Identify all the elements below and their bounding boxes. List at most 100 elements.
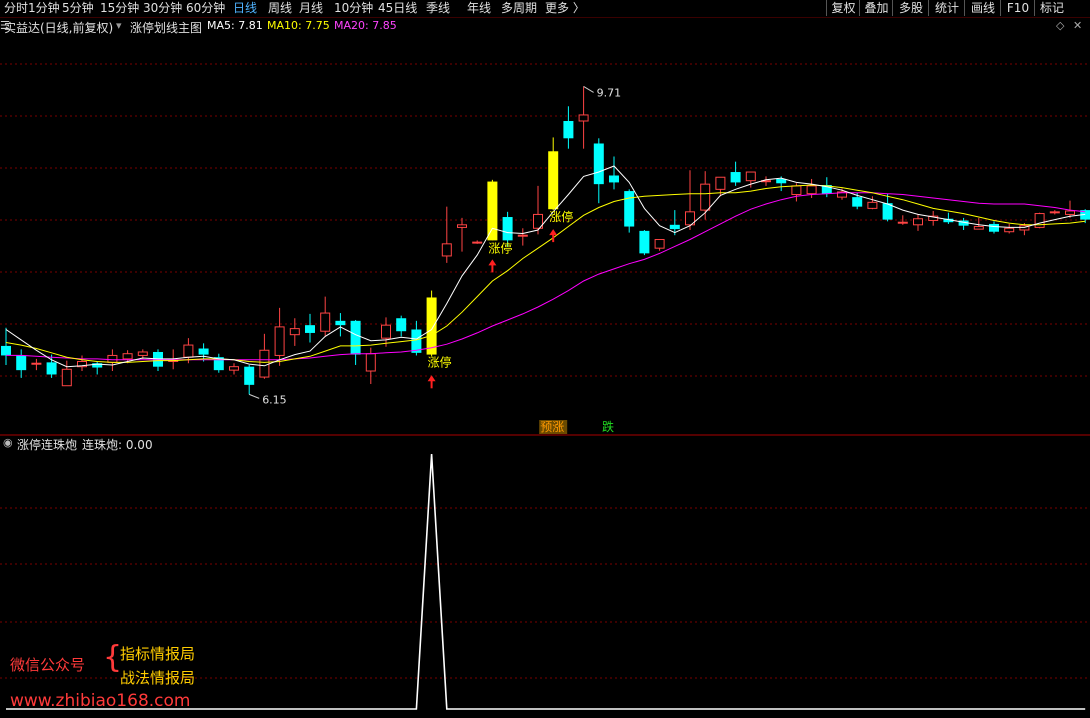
ma20-readout: MA20: 7.85	[334, 19, 397, 32]
tab-10[interactable]: 45日线	[378, 0, 417, 16]
toolbar-button-4[interactable]: 画线	[964, 0, 1001, 16]
candle-body	[335, 320, 346, 326]
tab-5[interactable]: 60分钟	[186, 0, 225, 16]
candle-body	[1049, 211, 1060, 214]
ma5-readout: MA5: 7.81	[207, 19, 263, 32]
candle-body	[1065, 210, 1075, 215]
candle-body	[806, 185, 817, 195]
low-marker-line	[249, 393, 260, 399]
toolbar-button-5[interactable]: F10	[1000, 0, 1035, 16]
tab-1[interactable]: 1分钟	[28, 0, 60, 16]
candle-body	[198, 348, 209, 355]
watermark-line1: 指标情报局	[120, 645, 196, 663]
up-arrow-head	[427, 375, 436, 382]
ma20-line	[6, 192, 1086, 361]
formula-label[interactable]: 涨停划线主图	[130, 19, 202, 36]
up-arrow-head	[549, 229, 558, 236]
toolbar-button-3[interactable]: 统计	[928, 0, 965, 16]
candle-body	[16, 355, 27, 371]
tab-6[interactable]: 日线	[233, 0, 257, 16]
candle-body	[593, 143, 604, 185]
candle-body	[1004, 227, 1015, 233]
candle-body	[381, 324, 391, 339]
candle-body	[913, 218, 923, 226]
diamond-icon[interactable]: ◇	[1056, 19, 1064, 32]
toolbar-button-1[interactable]: 叠加	[859, 0, 893, 16]
tab-8[interactable]: 月线	[299, 0, 323, 16]
indicator-menu-icon[interactable]: ◉	[3, 436, 13, 449]
up-arrow-head	[488, 259, 497, 266]
ma10-readout: MA10: 7.75	[267, 19, 330, 32]
candle-body	[852, 197, 863, 207]
low-price-label: 6.15	[262, 393, 287, 406]
candle-body	[517, 234, 528, 237]
candle-body	[700, 183, 711, 211]
candle-body	[745, 171, 756, 182]
watermark-wechat: 微信公众号	[10, 656, 86, 674]
stock-label: 实益达(日线,前复权)	[4, 21, 114, 35]
indicator-header: ◉ 涨停连珠炮 连珠炮: 0.00	[0, 436, 1090, 452]
candle-body	[457, 224, 467, 228]
watermark-line2: 战法情报局	[120, 669, 196, 687]
candle-body	[1034, 213, 1045, 228]
candle-body	[396, 318, 407, 332]
candle-body	[867, 201, 878, 209]
candle-body	[244, 366, 255, 385]
indicator-name[interactable]: 涨停连珠炮	[17, 436, 77, 453]
candle-body	[639, 230, 650, 254]
indicator-value: 连珠炮: 0.00	[82, 438, 153, 452]
signal-up-label: 预涨	[540, 419, 564, 434]
tab-4[interactable]: 30分钟	[143, 0, 182, 16]
period-toolbar: 分时 1分钟 5分钟 15分钟 30分钟 60分钟 日线 周线 月线 10分钟 45日线 季线 年线 多周…	[0, 0, 1090, 18]
tab-7[interactable]: 周线	[268, 0, 292, 16]
tab-13[interactable]: 多周期	[501, 0, 537, 16]
candle-body	[502, 217, 513, 241]
candle-body	[730, 172, 741, 183]
candle-body	[715, 176, 726, 190]
candle-body	[654, 239, 665, 249]
candle-body	[365, 353, 376, 372]
limit-up-label: 涨停	[549, 209, 573, 224]
watermark-url: www.zhibiao168.com	[10, 691, 191, 711]
candle-body	[989, 223, 999, 232]
high-price-label: 9.71	[597, 86, 622, 99]
candle-body	[350, 320, 361, 355]
tab-3[interactable]: 15分钟	[100, 0, 139, 16]
candle-body	[578, 114, 589, 122]
tab-0[interactable]: 分时	[4, 0, 28, 16]
candle-body	[791, 185, 802, 196]
candle-body	[183, 344, 194, 358]
formula-dropdown-icon[interactable]: ▾	[116, 19, 122, 32]
candle-body	[548, 151, 559, 210]
ma10-line	[5, 184, 1086, 363]
candle-body	[472, 241, 483, 244]
close-icon[interactable]: ✕	[1073, 19, 1082, 32]
candle-body	[973, 226, 984, 230]
candle-body	[669, 224, 680, 230]
candle-body	[107, 354, 118, 363]
tab-14[interactable]: 更多 〉	[545, 0, 585, 16]
candle-body	[46, 362, 57, 375]
candle-body	[31, 362, 42, 365]
candle-body	[305, 325, 315, 333]
candle-body	[61, 368, 72, 387]
tab-12[interactable]: 年线	[467, 0, 491, 16]
candle-body	[487, 181, 498, 241]
ma5-line	[5, 165, 1086, 368]
candle-body	[441, 243, 452, 257]
candle-body	[563, 120, 574, 139]
candle-body	[897, 221, 908, 224]
candlestick-chart[interactable]: 涨停涨停涨停9.716.15预涨跌	[0, 36, 1090, 436]
toolbar-button-2[interactable]: 多股	[892, 0, 929, 16]
high-marker-line	[583, 85, 594, 93]
toolbar-button-0[interactable]: 复权	[826, 0, 860, 16]
toolbar-button-6[interactable]: 标记	[1034, 0, 1069, 16]
tab-9[interactable]: 10分钟	[334, 0, 373, 16]
tab-2[interactable]: 5分钟	[62, 0, 94, 16]
tab-11[interactable]: 季线	[426, 0, 450, 16]
candle-body	[289, 328, 300, 336]
candle-body	[320, 312, 331, 332]
limit-up-label: 涨停	[488, 240, 512, 255]
candle-body	[229, 366, 239, 371]
candle-body	[137, 351, 148, 356]
